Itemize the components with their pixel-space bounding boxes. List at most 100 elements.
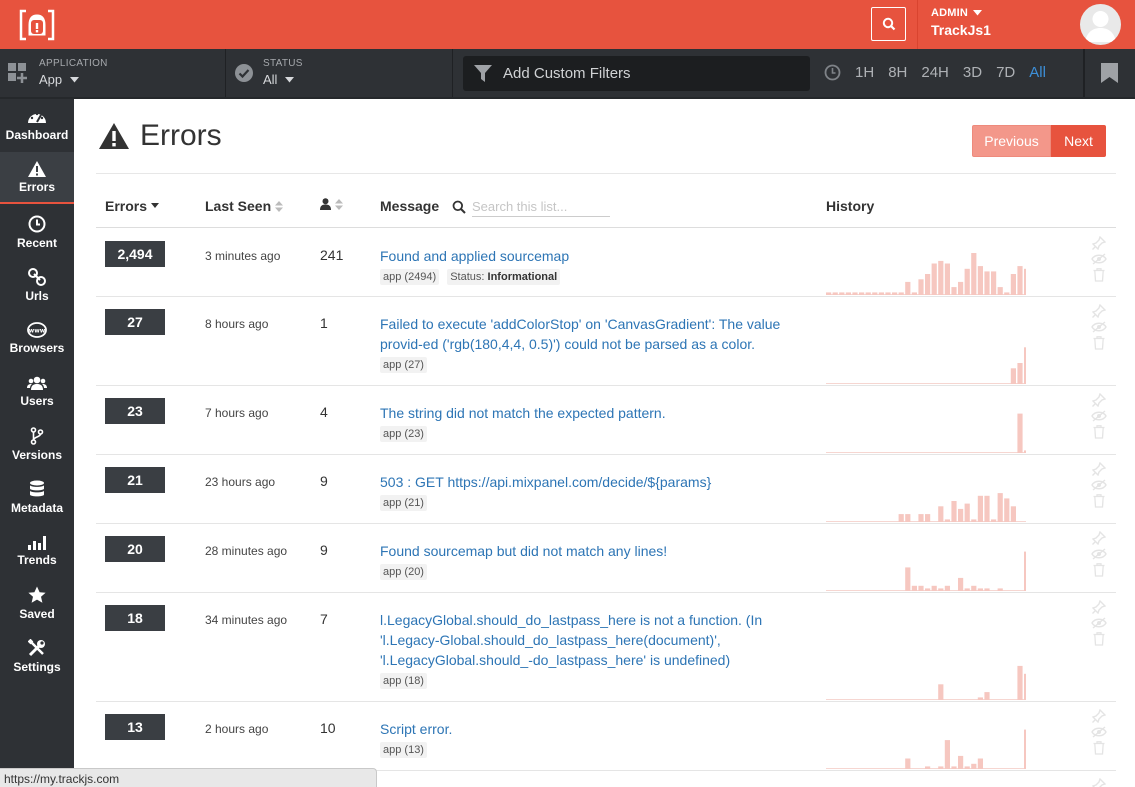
hide-eye-icon[interactable] [1091, 548, 1107, 560]
app-tag[interactable]: app (21) [380, 495, 427, 511]
custom-filter-input[interactable]: Add Custom Filters [463, 56, 810, 91]
hide-eye-icon[interactable] [1091, 321, 1107, 333]
column-header-errors[interactable]: Errors [105, 198, 160, 214]
error-count-badge[interactable]: 18 [105, 605, 165, 631]
pin-icon[interactable] [1092, 531, 1106, 545]
trash-icon[interactable] [1093, 632, 1105, 646]
sidebar-item-saved[interactable]: Saved [0, 577, 74, 629]
avatar[interactable] [1080, 4, 1121, 45]
error-row[interactable]: 2,494 3 minutes ago 241 Found and applied s… [96, 229, 1116, 297]
error-message-link[interactable]: Found sourcemap but did not match any li… [380, 541, 825, 561]
hide-eye-icon[interactable] [1091, 479, 1107, 491]
pin-icon[interactable] [1092, 709, 1106, 723]
column-header-last-seen[interactable]: Last Seen [205, 198, 284, 214]
trash-icon[interactable] [1093, 268, 1105, 282]
sidebar-item-metadata[interactable]: Metadata [0, 471, 74, 523]
trash-icon[interactable] [1093, 336, 1105, 350]
error-count-badge[interactable]: 2,494 [105, 241, 165, 267]
pin-icon[interactable] [1092, 462, 1106, 476]
sidebar-item-urls[interactable]: Urls [0, 259, 74, 311]
error-row[interactable]: 13 2 hours ago 10 Script error. app (13) [96, 702, 1116, 771]
error-message-link[interactable]: 503 : GET https://api.mixpanel.com/decid… [380, 472, 825, 492]
users-icon [27, 376, 47, 390]
sidebar-item-users[interactable]: Users [0, 365, 74, 417]
next-button[interactable]: Next [1051, 125, 1106, 157]
pin-icon[interactable] [1092, 393, 1106, 407]
app-tag[interactable]: app (23) [380, 426, 427, 442]
app-tag[interactable]: app (2494) [380, 269, 440, 285]
pin-icon[interactable] [1092, 778, 1106, 787]
error-tags: app (27) [380, 357, 427, 373]
sidebar-item-errors[interactable]: Errors [0, 152, 74, 204]
error-row[interactable]: 27 8 hours ago 1 Failed to execute 'addColo… [96, 297, 1116, 386]
pin-icon[interactable] [1092, 304, 1106, 318]
table-header: Errors Last Seen Message H [96, 186, 1116, 228]
user-count: 1 [320, 315, 328, 331]
previous-button[interactable]: Previous [972, 125, 1051, 157]
error-message-link[interactable]: Script error. [380, 719, 825, 739]
error-count-badge[interactable]: 13 [105, 714, 165, 740]
sidebar-item-label: Settings [13, 659, 61, 674]
sidebar-item-dashboard[interactable]: Dashboard [0, 99, 74, 151]
bookmark-icon[interactable] [1101, 63, 1118, 83]
hide-eye-icon[interactable] [1091, 410, 1107, 422]
error-row[interactable]: 18 34 minutes ago 7 l.LegacyGlobal.should_d… [96, 593, 1116, 702]
caret-down-icon [70, 76, 80, 82]
error-row[interactable]: 20 28 minutes ago 9 Found sourcemap but did… [96, 524, 1116, 593]
global-search-button[interactable] [871, 7, 906, 41]
app-tag[interactable]: app (13) [380, 742, 427, 758]
row-actions [1090, 304, 1108, 350]
trash-icon[interactable] [1093, 741, 1105, 755]
error-count-badge[interactable]: 20 [105, 536, 165, 562]
user-count: 9 [320, 473, 328, 489]
error-count-badge[interactable]: 27 [105, 309, 165, 335]
search-input[interactable] [472, 197, 610, 217]
sidebar-item-settings[interactable]: Settings [0, 630, 74, 682]
status-selector[interactable]: STATUS All [227, 49, 453, 97]
time-range-7d[interactable]: 7D [996, 64, 1015, 81]
hide-eye-icon[interactable] [1091, 617, 1107, 629]
error-count-badge[interactable]: 21 [105, 467, 165, 493]
time-range-all[interactable]: All [1029, 64, 1046, 81]
history-bar [997, 588, 1003, 591]
pin-icon[interactable] [1092, 600, 1106, 614]
last-seen: 34 minutes ago [205, 613, 288, 627]
hide-eye-icon[interactable] [1091, 726, 1107, 738]
hide-eye-icon[interactable] [1091, 253, 1107, 265]
application-selector[interactable]: APPLICATION App [0, 49, 226, 97]
time-range-3d[interactable]: 3D [963, 64, 982, 81]
error-message-link[interactable]: l.LegacyGlobal.should_do_lastpass_here i… [380, 610, 825, 670]
app-tag[interactable]: app (18) [380, 673, 427, 689]
user-count: 7 [320, 611, 328, 627]
trash-icon[interactable] [1093, 425, 1105, 439]
app-root: ADMIN TrackJs1 APPLICATION App STATUS Al… [0, 0, 1135, 787]
error-count-badge[interactable]: 23 [105, 398, 165, 424]
error-row[interactable]: 23 7 hours ago 4 The string did not match t… [96, 386, 1116, 455]
history-bar [918, 585, 924, 592]
time-range-8h[interactable]: 8H [888, 64, 907, 81]
history-bar [839, 292, 845, 295]
error-row[interactable]: 21 23 hours ago 9 503 : GET https://api.mix… [96, 455, 1116, 524]
app-tag[interactable]: app (27) [380, 357, 427, 373]
error-message-link[interactable]: The string did not match the expected pa… [380, 403, 825, 423]
sidebar-item-trends[interactable]: Trends [0, 524, 74, 576]
app-tag[interactable]: app (20) [380, 564, 427, 580]
error-message-link[interactable]: Failed to execute 'addColorStop' on 'Can… [380, 314, 825, 354]
history-bar [905, 758, 911, 769]
error-message-link[interactable]: Found and applied sourcemap [380, 246, 825, 266]
sidebar-item-browsers[interactable]: www Browsers [0, 312, 74, 364]
trackjs-logo[interactable] [0, 0, 74, 49]
history-sparkline [826, 493, 1026, 523]
account-menu[interactable]: ADMIN TrackJs1 [931, 7, 991, 38]
status-value-row: All [263, 72, 295, 87]
sidebar-item-versions[interactable]: Versions [0, 418, 74, 470]
trash-icon[interactable] [1093, 494, 1105, 508]
time-range-1h[interactable]: 1H [855, 64, 874, 81]
warning-icon [28, 160, 46, 177]
trash-icon[interactable] [1093, 563, 1105, 577]
sidebar-item-recent[interactable]: Recent [0, 206, 74, 258]
time-range-24h[interactable]: 24H [921, 64, 949, 81]
column-header-users[interactable] [320, 198, 343, 210]
sidebar-item-label: Trends [17, 552, 57, 567]
pin-icon[interactable] [1092, 236, 1106, 250]
